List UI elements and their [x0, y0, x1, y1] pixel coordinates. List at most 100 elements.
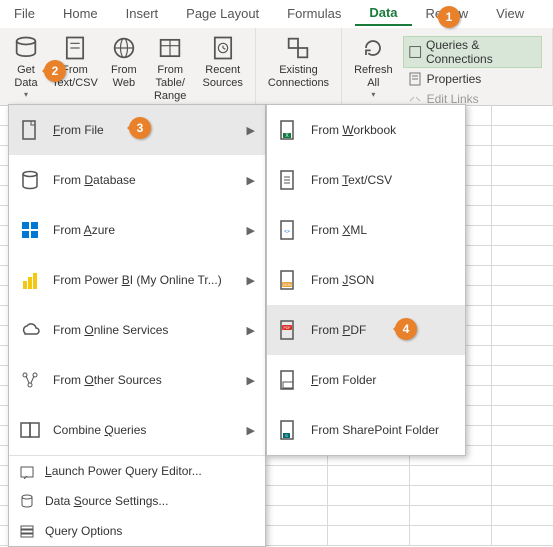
cell[interactable] [492, 146, 553, 166]
submenu-item-from-json[interactable]: JSONFrom JSON [267, 255, 465, 305]
tab-data[interactable]: Data [355, 1, 411, 26]
cell[interactable] [492, 306, 553, 326]
tab-home[interactable]: Home [49, 2, 112, 25]
pdf-icon: PDF [277, 319, 299, 341]
badge-1: 1 [438, 6, 460, 28]
cell[interactable] [492, 246, 553, 266]
chevron-right-icon: ▶ [247, 224, 255, 237]
cell[interactable] [328, 526, 410, 546]
submenu-item-from-pdf[interactable]: PDFFrom PDF [267, 305, 465, 355]
ribbon-body: Get Data ▾ From Text/CSV From Web From T… [0, 28, 553, 106]
submenu-item-label: From Text/CSV [311, 173, 392, 187]
web-icon [110, 34, 138, 62]
svg-text:S: S [285, 433, 288, 438]
submenu-item-from-xml[interactable]: <> From XML [267, 205, 465, 255]
badge-4: 4 [395, 318, 417, 340]
menu-item-label: From Power BI (My Online Tr...) [53, 273, 247, 287]
cell[interactable] [328, 466, 410, 486]
properties-label: Properties [427, 72, 482, 86]
menu-item-label: From Other Sources [53, 373, 247, 387]
menu-item-from-online-services[interactable]: From Online Services▶ [9, 305, 265, 355]
submenu-item-from-folder[interactable]: From Folder [267, 355, 465, 405]
properties-icon [407, 71, 423, 87]
menu-item-label: Combine Queries [53, 423, 247, 437]
tab-insert[interactable]: Insert [112, 2, 173, 25]
tab-file[interactable]: File [0, 2, 49, 25]
get-data-icon [12, 34, 40, 62]
sharepoint-icon: S [277, 419, 299, 441]
menu-item-launch-power-query-editor-[interactable]: Launch Power Query Editor... [9, 456, 265, 486]
existing-icon [284, 34, 312, 62]
xml-icon: <> [277, 219, 299, 241]
tab-page-layout[interactable]: Page Layout [172, 2, 273, 25]
submenu-item-label: From JSON [311, 273, 374, 287]
folder-icon [277, 369, 299, 391]
cell[interactable] [492, 386, 553, 406]
cell[interactable] [328, 506, 410, 526]
chevron-right-icon: ▶ [247, 374, 255, 387]
cell[interactable] [492, 446, 553, 466]
workbook-icon: X [277, 119, 299, 141]
refresh-icon [359, 34, 387, 62]
cell[interactable] [492, 126, 553, 146]
tab-view[interactable]: View [482, 2, 538, 25]
menu-item-from-database[interactable]: From Database▶ [9, 155, 265, 205]
table-icon [156, 34, 184, 62]
cell[interactable] [492, 346, 553, 366]
cell[interactable] [492, 106, 553, 126]
menu-item-label: From Azure [53, 223, 247, 237]
from-file-submenu: XFrom Workbook From Text/CSV <> From XML JSO… [266, 104, 466, 456]
submenu-item-label: From XML [311, 223, 367, 237]
cell[interactable] [492, 206, 553, 226]
refresh-all-button[interactable]: Refresh All ▾ [348, 32, 399, 102]
cell[interactable] [492, 486, 553, 506]
queries-connections-button[interactable]: Queries & Connections [403, 36, 542, 68]
properties-button[interactable]: Properties [403, 70, 542, 88]
from-web-button[interactable]: From Web [104, 32, 144, 92]
chevron-down-icon: ▾ [24, 90, 28, 100]
cell[interactable] [492, 186, 553, 206]
menu-item-label: Launch Power Query Editor... [45, 464, 255, 478]
recent-sources-button[interactable]: Recent Sources [197, 32, 249, 92]
submenu-item-from-workbook[interactable]: XFrom Workbook [267, 105, 465, 155]
menu-item-from-azure[interactable]: From Azure▶ [9, 205, 265, 255]
submenu-item-from-text-csv[interactable]: From Text/CSV [267, 155, 465, 205]
menu-item-from-other-sources[interactable]: From Other Sources▶ [9, 355, 265, 405]
cell[interactable] [492, 166, 553, 186]
cell[interactable] [492, 526, 553, 546]
cell[interactable] [492, 406, 553, 426]
from-web-label: From Web [111, 64, 137, 90]
existing-connections-label: Existing Connections [268, 64, 329, 90]
cell[interactable] [492, 426, 553, 446]
other-sources-icon [19, 369, 41, 391]
combine-icon [19, 419, 41, 441]
cell[interactable] [328, 486, 410, 506]
svg-text:PDF: PDF [284, 326, 291, 330]
launch-editor-icon [19, 463, 35, 479]
get-data-menu: From File▶From Database▶From Azure▶From … [8, 104, 266, 547]
cell[interactable] [410, 526, 492, 546]
cell[interactable] [492, 506, 553, 526]
cell[interactable] [492, 326, 553, 346]
menu-item-data-source-settings-[interactable]: Data Source Settings... [9, 486, 265, 516]
menu-item-query-options[interactable]: Query Options [9, 516, 265, 546]
existing-connections-button[interactable]: Existing Connections [262, 32, 335, 92]
cell[interactable] [492, 466, 553, 486]
powerbi-icon [19, 269, 41, 291]
menu-item-label: From Online Services [53, 323, 247, 337]
menu-item-combine-queries[interactable]: Combine Queries▶ [9, 405, 265, 455]
cell[interactable] [492, 226, 553, 246]
query-options-icon [19, 523, 35, 539]
cell[interactable] [410, 486, 492, 506]
cell[interactable] [492, 266, 553, 286]
cell[interactable] [410, 506, 492, 526]
cell[interactable] [410, 466, 492, 486]
textcsv-icon [61, 34, 89, 62]
submenu-item-from-sharepoint-folder[interactable]: SFrom SharePoint Folder [267, 405, 465, 455]
menu-item-from-power-bi-my-online-tr-[interactable]: From Power BI (My Online Tr...)▶ [9, 255, 265, 305]
cell[interactable] [492, 286, 553, 306]
from-tablerange-button[interactable]: From Table/ Range [144, 32, 197, 106]
cell[interactable] [492, 366, 553, 386]
badge-3: 3 [129, 117, 151, 139]
tab-formulas[interactable]: Formulas [273, 2, 355, 25]
